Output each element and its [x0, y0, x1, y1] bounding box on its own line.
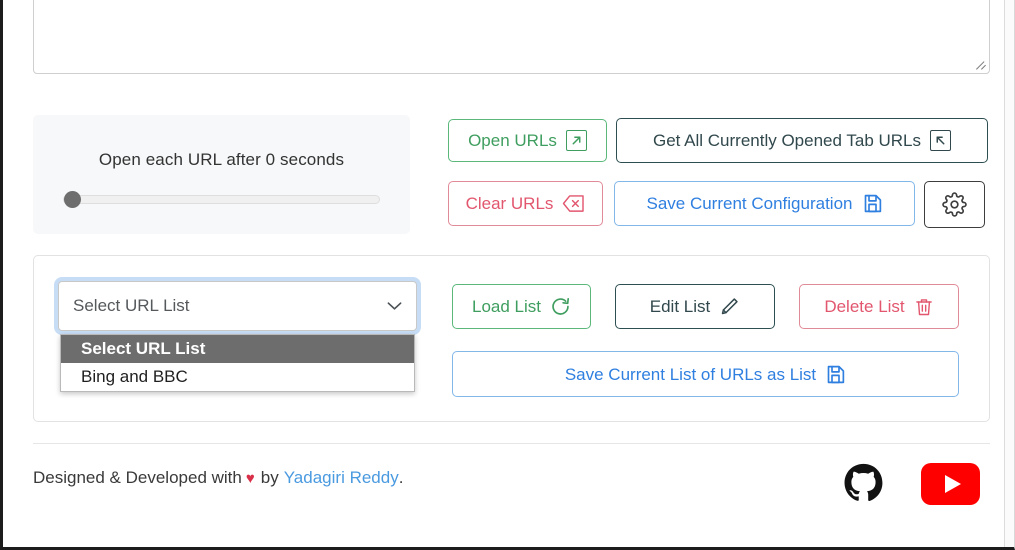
- author-link[interactable]: Yadagiri Reddy: [284, 468, 399, 488]
- url-list-select-value: Select URL List: [73, 296, 190, 315]
- backspace-delete-icon: [562, 194, 585, 213]
- slider-thumb[interactable]: [64, 191, 81, 208]
- credit-prefix: Designed & Developed with: [33, 468, 242, 487]
- clear-urls-label: Clear URLs: [465, 194, 554, 213]
- credit-line: Designed & Developed with ♥ by Yadagiri …: [33, 468, 403, 488]
- load-list-button[interactable]: Load List: [452, 284, 591, 329]
- dropdown-option-label: Bing and BBC: [81, 367, 188, 386]
- save-current-list-label: Save Current List of URLs as List: [564, 364, 817, 384]
- credit-suffix: .: [398, 468, 404, 487]
- urls-textarea[interactable]: [33, 0, 990, 74]
- get-all-tab-urls-label: Get All Currently Opened Tab URLs: [652, 131, 922, 150]
- delete-list-label: Delete List: [824, 297, 905, 316]
- delay-label: Open each URL after 0 seconds: [98, 150, 345, 169]
- pencil-icon: [719, 296, 740, 317]
- credit-by: by: [260, 468, 279, 487]
- slider-track: [63, 195, 380, 204]
- arrow-up-right-box-icon: [565, 130, 587, 151]
- open-urls-label: Open URLs: [468, 131, 557, 150]
- save-configuration-label: Save Current Configuration: [646, 194, 853, 213]
- arrow-up-left-box-icon: [930, 130, 952, 151]
- dropdown-option-select-url-list[interactable]: Select URL List: [61, 335, 414, 363]
- extension-popup-page: Open each URL after 0 seconds Open URLs …: [0, 0, 1015, 550]
- url-list-dropdown[interactable]: Select URL List Bing and BBC: [60, 334, 415, 392]
- delete-list-button[interactable]: Delete List: [799, 284, 959, 329]
- get-all-tab-urls-button[interactable]: Get All Currently Opened Tab URLs: [616, 118, 988, 163]
- url-list-select[interactable]: Select URL List: [58, 281, 417, 331]
- youtube-link[interactable]: [921, 463, 980, 505]
- floppy-save-icon: [825, 364, 846, 385]
- delay-panel: Open each URL after 0 seconds: [33, 115, 410, 234]
- floppy-save-icon: [862, 193, 883, 214]
- dropdown-option-bing-and-bbc[interactable]: Bing and BBC: [61, 363, 414, 391]
- edit-list-button[interactable]: Edit List: [615, 284, 775, 329]
- gear-icon: [942, 192, 967, 217]
- trash-icon: [914, 297, 934, 317]
- clear-urls-button[interactable]: Clear URLs: [448, 181, 603, 226]
- page-scrollbar[interactable]: [1004, 0, 1014, 547]
- url-list-select-box[interactable]: Select URL List: [58, 281, 417, 331]
- settings-button[interactable]: [924, 181, 985, 228]
- dropdown-option-label: Select URL List: [81, 339, 206, 358]
- delay-slider[interactable]: [63, 188, 380, 210]
- chevron-down-icon: [387, 301, 402, 311]
- youtube-icon: [921, 463, 980, 505]
- open-urls-button[interactable]: Open URLs: [448, 119, 607, 162]
- save-current-list-button[interactable]: Save Current List of URLs as List: [452, 351, 959, 397]
- load-list-label: Load List: [472, 297, 541, 316]
- footer-divider: [33, 443, 990, 444]
- edit-list-label: Edit List: [649, 297, 711, 316]
- heart-icon: ♥: [245, 469, 255, 487]
- github-link[interactable]: [843, 463, 884, 504]
- save-configuration-button[interactable]: Save Current Configuration: [614, 181, 915, 226]
- refresh-icon: [550, 296, 571, 317]
- github-icon: [843, 463, 884, 504]
